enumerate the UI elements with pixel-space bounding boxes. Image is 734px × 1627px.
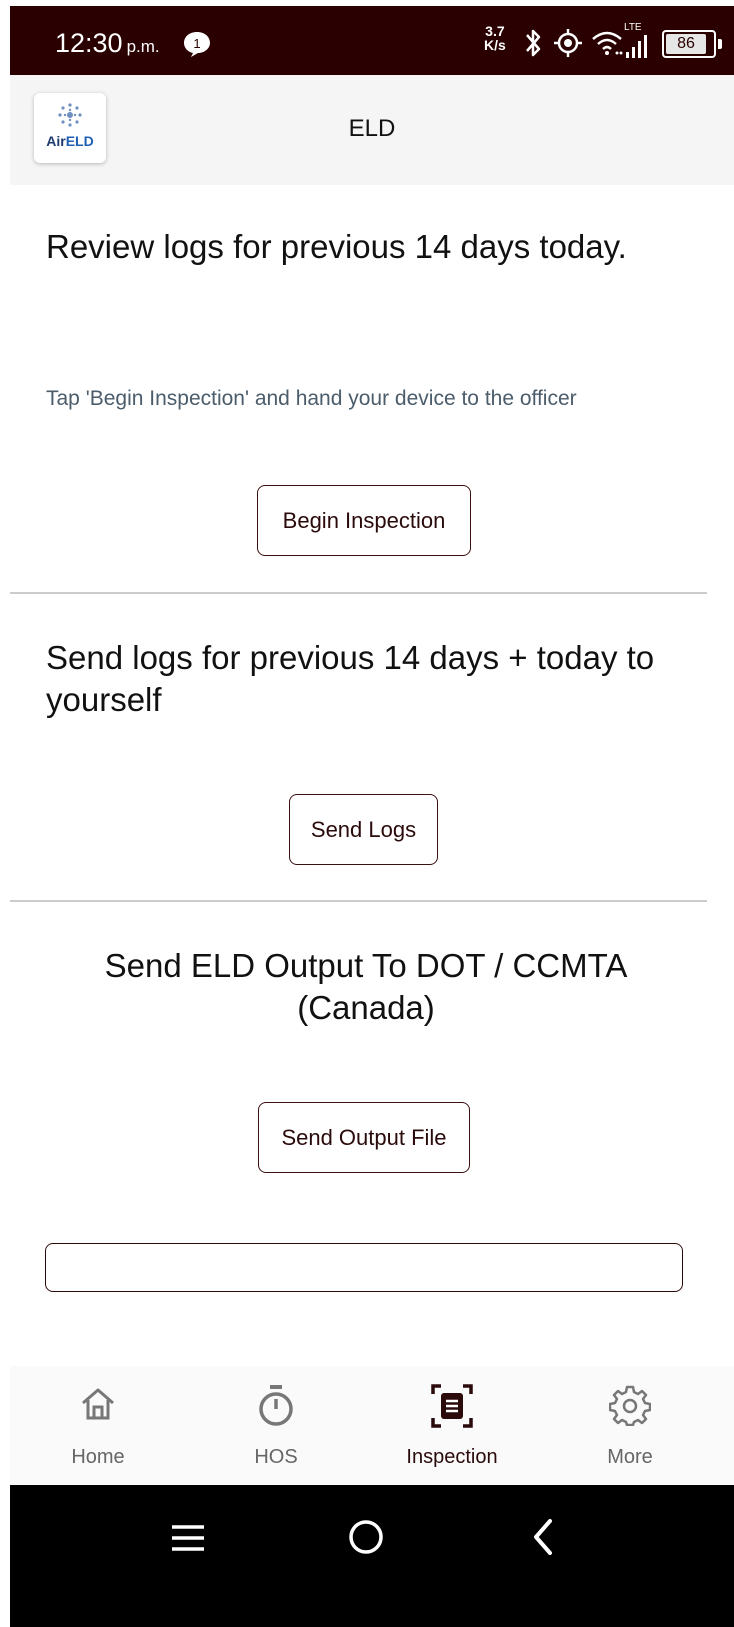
send-logs-heading: Send logs for previous 14 days + today t… (46, 639, 655, 718)
notification-count: 1 (193, 36, 200, 51)
inspection-icon (431, 1384, 473, 1428)
battery-level: 86 (677, 35, 695, 52)
section-divider (10, 900, 707, 902)
system-navigation-bar (10, 1485, 734, 1627)
wifi-icon (592, 31, 623, 55)
nav-label-home: Home (71, 1446, 125, 1468)
nav-label-hos: HOS (254, 1446, 298, 1468)
output-comment-input[interactable] (45, 1243, 683, 1292)
home-icon (82, 1388, 114, 1420)
status-time: 12:30 p.m. (55, 28, 160, 59)
recent-apps-icon[interactable] (170, 1523, 206, 1553)
status-time-value: 12:30 (55, 28, 123, 58)
nav-label-more: More (607, 1446, 653, 1468)
timer-icon (259, 1385, 293, 1426)
gear-icon (609, 1385, 651, 1426)
nav-item-home[interactable]: Home (50, 1366, 146, 1485)
bluetooth-icon (526, 29, 541, 57)
bottom-navigation: Home HOS Inspection More (10, 1366, 734, 1485)
nav-item-more[interactable]: More (582, 1366, 678, 1485)
net-speed-value: 3.7 (485, 23, 505, 39)
inspection-hint: Tap 'Begin Inspection' and hand your dev… (46, 387, 577, 410)
nav-item-hos[interactable]: HOS (228, 1366, 324, 1485)
section-divider (10, 592, 707, 594)
send-logs-button[interactable]: Send Logs (289, 794, 438, 865)
chat-notification-icon: 1 (184, 32, 210, 57)
send-output-file-button[interactable]: Send Output File (258, 1102, 470, 1173)
eld-output-heading: Send ELD Output To DOT / CCMTA (Canada) (104, 947, 628, 1026)
battery-icon: 86 (662, 30, 722, 58)
page-title: ELD (348, 115, 396, 142)
home-system-icon[interactable] (346, 1517, 386, 1557)
app-header: AirELD ELD (10, 75, 734, 185)
status-ampm: p.m. (126, 37, 160, 56)
status-bar: 12:30 p.m. 1 3.7 K/s LTE 86 (10, 6, 734, 75)
back-icon[interactable] (528, 1517, 558, 1557)
nav-label-inspection: Inspection (406, 1446, 498, 1468)
begin-inspection-button[interactable]: Begin Inspection (257, 485, 471, 556)
review-logs-heading: Review logs for previous 14 days today. (46, 228, 627, 265)
network-speed: 3.7 K/s (484, 24, 506, 52)
location-icon (554, 29, 582, 57)
nav-item-inspection[interactable]: Inspection (396, 1366, 508, 1485)
signal-icon (626, 35, 647, 58)
net-speed-unit: K/s (484, 37, 506, 53)
